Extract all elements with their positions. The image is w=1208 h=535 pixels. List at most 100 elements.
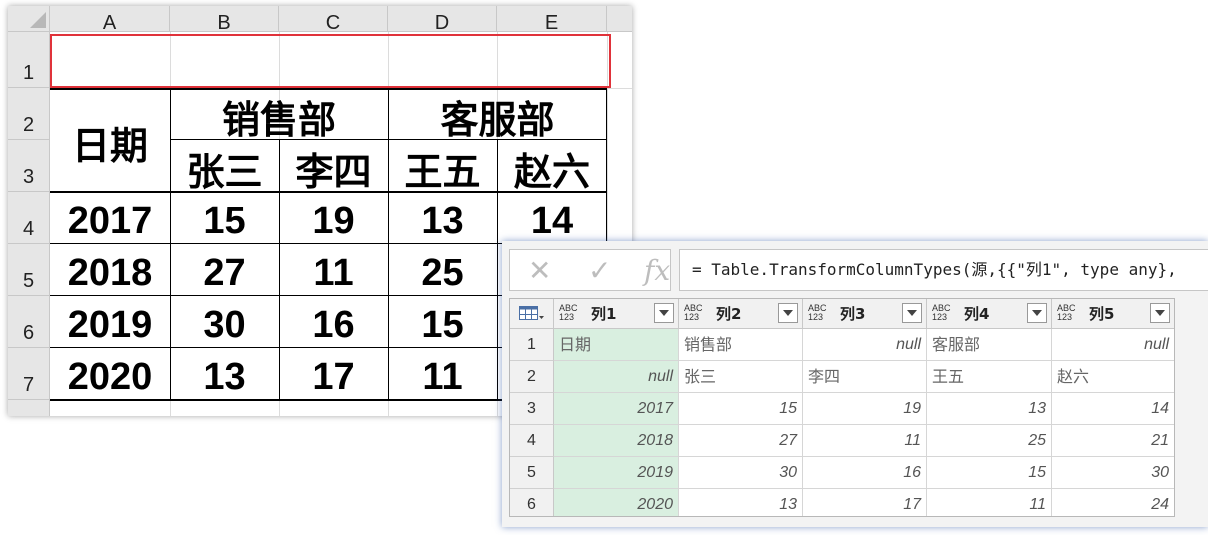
data-cell[interactable]: 30 xyxy=(679,457,803,489)
formula-bar-controls: ✕ ✓ fx xyxy=(509,249,671,291)
any-type-icon: ABC 123 xyxy=(684,303,703,322)
data-cell[interactable]: 21 xyxy=(1052,425,1174,457)
data-cell[interactable]: 13 xyxy=(679,489,803,516)
data-cell[interactable]: 19 xyxy=(803,393,927,425)
column-header-col1[interactable]: ABC 123 列1 xyxy=(554,299,679,329)
column-header-col3[interactable]: ABC 123 列3 xyxy=(803,299,927,329)
data-cell[interactable]: 11 xyxy=(927,489,1052,516)
confirm-icon[interactable]: ✓ xyxy=(588,254,611,287)
data-cell[interactable]: 16 xyxy=(803,457,927,489)
cell-value[interactable]: 16 xyxy=(279,296,388,348)
data-cell[interactable]: 2019 xyxy=(554,457,679,489)
data-cell[interactable]: 15 xyxy=(927,457,1052,489)
column-header-c[interactable]: C xyxy=(279,6,388,34)
cell-year[interactable]: 2020 xyxy=(50,348,170,400)
data-cell[interactable]: 李四 xyxy=(803,361,927,393)
row-number[interactable]: 3 xyxy=(510,393,554,425)
any-type-icon: ABC 123 xyxy=(932,303,951,322)
data-cell[interactable]: 客服部 xyxy=(927,329,1052,361)
row-header-1[interactable]: 1 xyxy=(8,32,50,88)
cell-value[interactable]: 17 xyxy=(279,348,388,400)
cell-service-dept-header[interactable]: 客服部 xyxy=(388,88,607,142)
fx-icon[interactable]: fx xyxy=(644,254,670,287)
row-number[interactable]: 4 xyxy=(510,425,554,457)
cell-value[interactable]: 15 xyxy=(170,192,279,244)
filter-dropdown-icon[interactable] xyxy=(1150,303,1170,323)
column-header-col4[interactable]: ABC 123 列4 xyxy=(927,299,1052,329)
cell-value[interactable]: 25 xyxy=(388,244,497,296)
cell-value[interactable]: 27 xyxy=(170,244,279,296)
row-header-6[interactable]: 6 xyxy=(8,296,50,348)
row-number[interactable]: 2 xyxy=(510,361,554,393)
cell-person-header[interactable]: 李四 xyxy=(279,140,388,194)
row-header-8[interactable] xyxy=(8,400,50,416)
row-number[interactable]: 6 xyxy=(510,489,554,516)
any-type-icon: ABC 123 xyxy=(559,303,578,322)
cell-person-header[interactable]: 赵六 xyxy=(497,140,607,194)
row-header-2[interactable]: 2 xyxy=(8,88,50,140)
data-cell[interactable]: 25 xyxy=(927,425,1052,457)
column-header-f[interactable] xyxy=(607,6,632,32)
cell-value[interactable]: 13 xyxy=(388,192,497,244)
data-cell[interactable]: 27 xyxy=(679,425,803,457)
power-query-editor: ✕ ✓ fx = Table.TransformColumnTypes(源,{{… xyxy=(502,241,1208,527)
column-header-a[interactable]: A xyxy=(50,6,170,34)
selected-range-row-1[interactable] xyxy=(50,34,611,88)
any-type-icon: ABC 123 xyxy=(808,303,827,322)
data-cell[interactable]: null xyxy=(803,329,927,361)
cell-value[interactable]: 11 xyxy=(388,348,497,400)
row-header-3[interactable]: 3 xyxy=(8,140,50,192)
filter-dropdown-icon[interactable] xyxy=(1027,303,1047,323)
row-header-4[interactable]: 4 xyxy=(8,192,50,244)
filter-dropdown-icon[interactable] xyxy=(902,303,922,323)
data-cell[interactable]: null xyxy=(554,361,679,393)
filter-dropdown-icon[interactable] xyxy=(654,303,674,323)
column-header-col5[interactable]: ABC 123 列5 xyxy=(1052,299,1174,329)
data-cell[interactable]: 24 xyxy=(1052,489,1174,516)
cell-value[interactable]: 13 xyxy=(170,348,279,400)
row-number[interactable]: 1 xyxy=(510,329,554,361)
cell-person-header[interactable]: 王五 xyxy=(388,140,497,194)
data-cell[interactable]: 11 xyxy=(803,425,927,457)
column-header-d[interactable]: D xyxy=(388,6,497,34)
data-cell[interactable]: 14 xyxy=(1052,393,1174,425)
data-cell[interactable]: 赵六 xyxy=(1052,361,1174,393)
cell-value[interactable]: 11 xyxy=(279,244,388,296)
data-cell[interactable]: 30 xyxy=(1052,457,1174,489)
cancel-icon[interactable]: ✕ xyxy=(528,254,551,287)
column-header-b[interactable]: B xyxy=(170,6,279,34)
data-cell[interactable]: 张三 xyxy=(679,361,803,393)
cell-date-header[interactable]: 日期 xyxy=(50,88,170,192)
data-cell[interactable]: 13 xyxy=(927,393,1052,425)
row-header-7[interactable]: 7 xyxy=(8,348,50,400)
data-cell[interactable]: 王五 xyxy=(927,361,1052,393)
data-cell[interactable]: 2020 xyxy=(554,489,679,516)
cell-value[interactable]: 19 xyxy=(279,192,388,244)
data-cell[interactable]: 销售部 xyxy=(679,329,803,361)
cell-year[interactable]: 2018 xyxy=(50,244,170,296)
select-all-corner[interactable] xyxy=(8,6,50,32)
query-preview-grid: ABC 123 列1 ABC 123 列2 ABC 123 列3 ABC 123 列4 … xyxy=(509,298,1175,517)
cell-value[interactable]: 14 xyxy=(497,192,607,244)
table-menu[interactable] xyxy=(510,299,554,329)
formula-input[interactable]: = Table.TransformColumnTypes(源,{{"列1", t… xyxy=(679,249,1208,291)
cell-value[interactable]: 15 xyxy=(388,296,497,348)
data-cell[interactable]: 日期 xyxy=(554,329,679,361)
column-header-e[interactable]: E xyxy=(497,6,607,34)
cell-year[interactable]: 2017 xyxy=(50,192,170,244)
corner-triangle-icon xyxy=(30,12,46,28)
cell-value[interactable]: 30 xyxy=(170,296,279,348)
data-cell[interactable]: 2018 xyxy=(554,425,679,457)
row-header-5[interactable]: 5 xyxy=(8,244,50,296)
data-cell[interactable]: 15 xyxy=(679,393,803,425)
filter-dropdown-icon[interactable] xyxy=(778,303,798,323)
data-cell[interactable]: 17 xyxy=(803,489,927,516)
any-type-icon: ABC 123 xyxy=(1057,303,1076,322)
row-number[interactable]: 5 xyxy=(510,457,554,489)
cell-year[interactable]: 2019 xyxy=(50,296,170,348)
cell-sales-dept-header[interactable]: 销售部 xyxy=(170,88,388,142)
data-cell[interactable]: null xyxy=(1052,329,1174,361)
data-cell[interactable]: 2017 xyxy=(554,393,679,425)
cell-person-header[interactable]: 张三 xyxy=(170,140,279,194)
column-header-col2[interactable]: ABC 123 列2 xyxy=(679,299,803,329)
